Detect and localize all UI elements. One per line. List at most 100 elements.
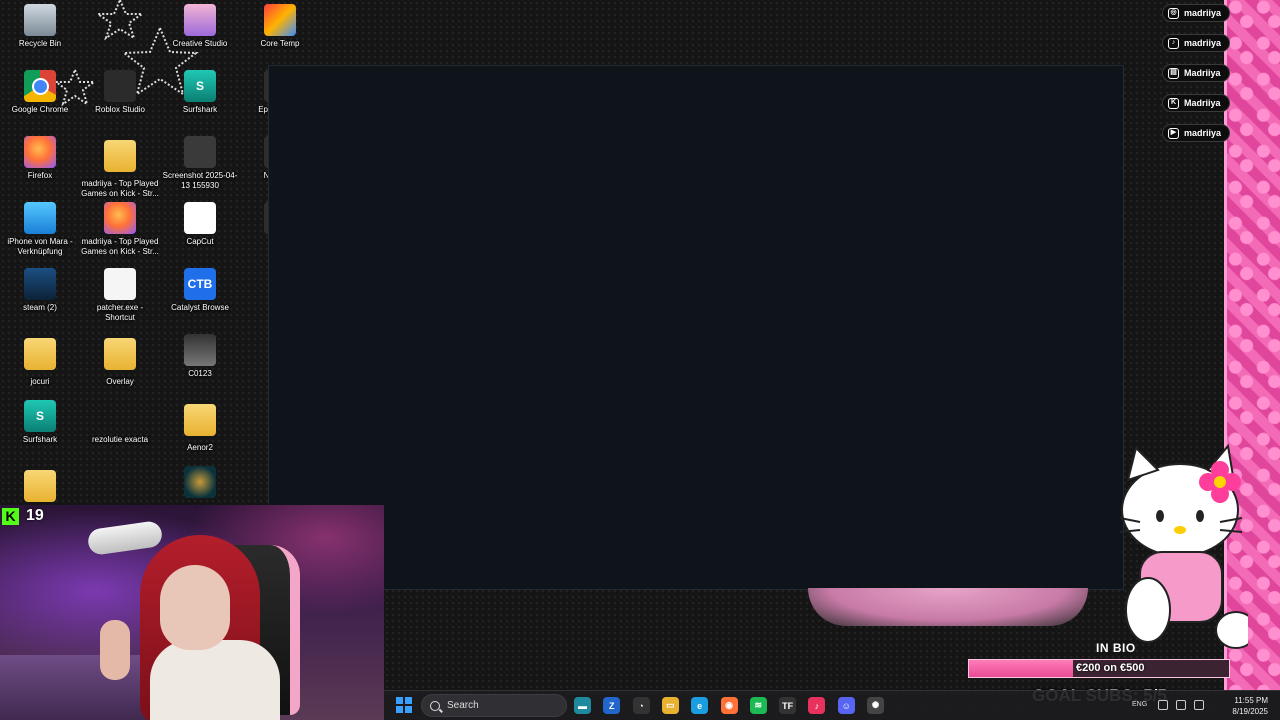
social-link-kick[interactable]: K Madriiya [1162, 94, 1230, 112]
desktop-icon[interactable]: jocuri [1, 334, 79, 396]
desktop-icon[interactable]: Core Temp [241, 4, 319, 66]
desktop-icon[interactable]: madriiya - Top Played Games on Kick - St… [81, 136, 159, 198]
tiktok-studio-icon[interactable]: TF [779, 697, 797, 714]
application-window[interactable] [268, 65, 1124, 590]
folder-icon [104, 140, 136, 172]
social-handle: Madriiya [1184, 98, 1221, 108]
social-links-panel: ◎ madriiya ♪ madriiya ▤ Madriiya K Madriiya ▶ mad… [1162, 4, 1230, 142]
battery-icon[interactable] [1194, 700, 1204, 710]
desktop-icon-label: Screenshot 2025-04-13 155930 [162, 171, 238, 190]
chatgpt-icon[interactable]: ✺ [867, 697, 884, 714]
desktop-icon[interactable]: rezolutie exacta [81, 400, 159, 462]
social-handle: madriiya [1184, 38, 1222, 48]
kick-icon: K [1168, 97, 1179, 109]
editor-app-icon[interactable]: Z [603, 697, 621, 714]
network-icon[interactable] [1158, 700, 1168, 710]
goal-progress-fill [969, 660, 1073, 677]
tiktok-icon: ♪ [1168, 37, 1179, 49]
in-bio-label: IN BIO [1096, 641, 1136, 655]
pink-decoration [808, 588, 1088, 626]
desktop-icon[interactable]: Screenshot 2025-04-13 155930 [161, 136, 239, 198]
windows-start-icon[interactable] [396, 697, 412, 713]
desktop-icon-label: patcher.exe - Shortcut [96, 303, 144, 322]
firefox-icon[interactable]: ◉ [720, 697, 738, 714]
instagram-icon: ◎ [1168, 7, 1179, 19]
desktop-icon-label: Surfshark [22, 435, 58, 444]
social-link-youtube[interactable]: ▶ madriiya [1162, 124, 1230, 142]
edge-icon[interactable]: e [691, 697, 709, 714]
desktop-icon-label: Core Temp [260, 39, 300, 48]
desktop-icon[interactable]: steam (2) [1, 268, 79, 330]
kick-viewer-count: 19 [26, 507, 44, 524]
desktop-icon-label: CapCut [186, 237, 214, 246]
desktop-icon[interactable] [81, 4, 159, 66]
desktop-icon[interactable]: Google Chrome [1, 70, 79, 132]
desktop-icon[interactable]: Overlay [81, 334, 159, 396]
desktop-icon-label: Recycle Bin [18, 39, 62, 48]
recycle-bin-icon [24, 4, 56, 36]
social-handle: madriiya [1184, 8, 1222, 18]
desktop-icon[interactable]: Roblox Studio [81, 70, 159, 132]
desktop-icon[interactable]: S Surfshark [161, 70, 239, 132]
stars-icon [104, 4, 136, 36]
hello-kitty-icon [1119, 443, 1248, 649]
taskbar: Search ▬ Z ◔ ▭ e ◉ ≋ TF ♪ ☺ ✺ ENG 11:55 PM 8/19/20… [384, 690, 1280, 720]
desktop-icon-label: Roblox Studio [95, 105, 145, 114]
desktop-icon[interactable]: Firefox [1, 136, 79, 198]
desktop-icon[interactable]: ✕ CapCut [161, 202, 239, 264]
social-link-twitch[interactable]: ▤ Madriiya [1162, 64, 1230, 82]
social-link-tiktok[interactable]: ♪ madriiya [1162, 34, 1230, 52]
file-explorer-icon[interactable]: ▭ [661, 697, 679, 714]
webcam-streamer-hand [100, 620, 130, 680]
spotify-icon[interactable]: ≋ [749, 697, 767, 714]
catalyst-browse-icon: CTB [184, 268, 216, 300]
steam-icon [24, 268, 56, 300]
folder-icon [184, 404, 216, 436]
desktop-icon-label: steam (2) [23, 303, 57, 312]
desktop-icon-label: Firefox [27, 171, 53, 180]
discord-icon[interactable]: ☺ [837, 697, 855, 714]
kick-viewer-badge: K 19 [2, 507, 44, 525]
desktop-icon[interactable]: madriiya - Top Played Games on Kick - St… [81, 202, 159, 264]
speedometer-icon[interactable]: ◔ [632, 697, 650, 714]
desktop-icon[interactable]: Creative Studio [161, 4, 239, 66]
desktop-icon-label: Google Chrome [11, 105, 69, 114]
search-placeholder: Search [447, 700, 479, 711]
image-file-icon [104, 466, 136, 498]
desktop-icon-label: jocuri [30, 377, 50, 386]
folder-icon [24, 338, 56, 370]
desktop-icon-label: madriiya - Top Played Games on Kick - St… [81, 179, 159, 198]
desktop-icon[interactable]: C0123 [161, 334, 239, 396]
core-temp-icon [264, 4, 296, 36]
desktop-icon[interactable]: patcher.exe - Shortcut [81, 268, 159, 330]
kick-icon: K [2, 507, 19, 525]
desktop-icon[interactable]: Aenor2 [161, 400, 239, 462]
webcam-feed [0, 505, 384, 720]
desktop-icon-label: madriiya - Top Played Games on Kick - St… [81, 237, 159, 256]
desktop-icon[interactable]: CTB Catalyst Browse [161, 268, 239, 330]
files-app-icon[interactable]: ▬ [574, 697, 591, 714]
search-icon [430, 700, 440, 711]
language-indicator[interactable]: ENG [1132, 701, 1147, 708]
desktop-icon[interactable]: S Surfshark [1, 400, 79, 462]
desktop-icon[interactable]: iPhone von Mara - Verknüpfung [1, 202, 79, 264]
taskbar-clock[interactable]: 11:55 PM 8/19/2025 [1232, 695, 1268, 717]
desktop-icon[interactable]: Recycle Bin [1, 4, 79, 66]
volume-icon[interactable] [1176, 700, 1186, 710]
desktop-icon-label: Aenor2 [187, 443, 213, 452]
desktop-icon-label: C0123 [188, 369, 212, 378]
chrome-icon [24, 70, 56, 102]
social-link-instagram[interactable]: ◎ madriiya [1162, 4, 1230, 22]
clock-time: 11:55 PM [1234, 696, 1268, 705]
goal-amount: €200 on €500 [1076, 662, 1145, 674]
desktop-icon-label: rezolutie exacta [91, 435, 149, 444]
image-file-icon [104, 400, 136, 432]
webcam-streamer-shirt [150, 640, 280, 720]
clock-date: 8/19/2025 [1232, 707, 1268, 716]
tiktok-icon[interactable]: ♪ [808, 697, 826, 714]
social-handle: madriiya [1184, 128, 1222, 138]
taskbar-search-box[interactable]: Search [421, 694, 567, 717]
surfshark-icon: S [24, 400, 56, 432]
capcut-icon: ✕ [184, 202, 216, 234]
webcam-streamer-face [160, 565, 230, 650]
